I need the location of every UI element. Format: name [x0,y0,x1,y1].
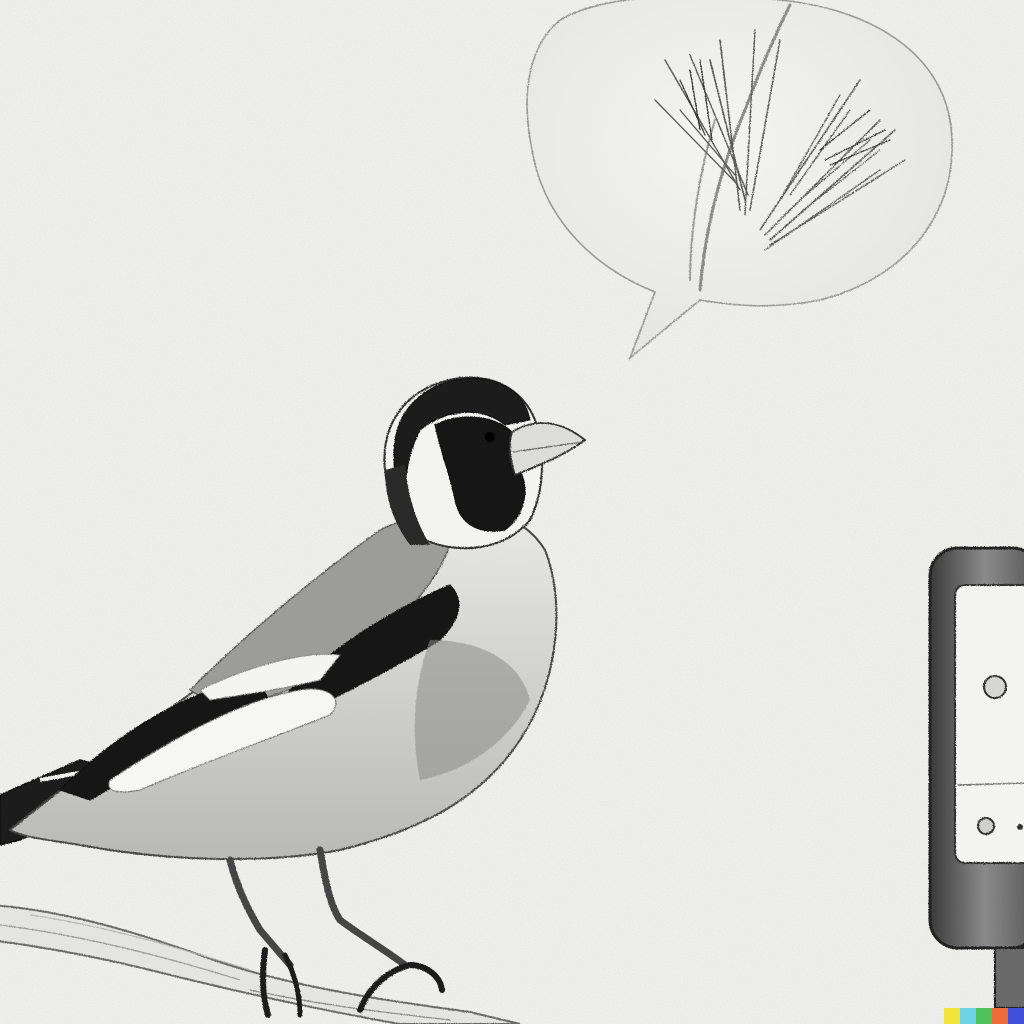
sketch-canvas [0,0,1024,1024]
phone-screen-dot-small [977,817,995,835]
watermark-swatch-3 [976,1008,992,1024]
color-strip-watermark [944,1008,1024,1024]
sketch-illustration [0,0,1024,1024]
watermark-swatch-4 [992,1008,1008,1024]
watermark-swatch-2 [960,1008,976,1024]
watermark-swatch-5 [1008,1008,1024,1024]
bird-eye [485,432,495,442]
phone-screen-dot-large [983,675,1007,699]
watermark-swatch-1 [944,1008,960,1024]
phone-device [928,546,1024,1009]
